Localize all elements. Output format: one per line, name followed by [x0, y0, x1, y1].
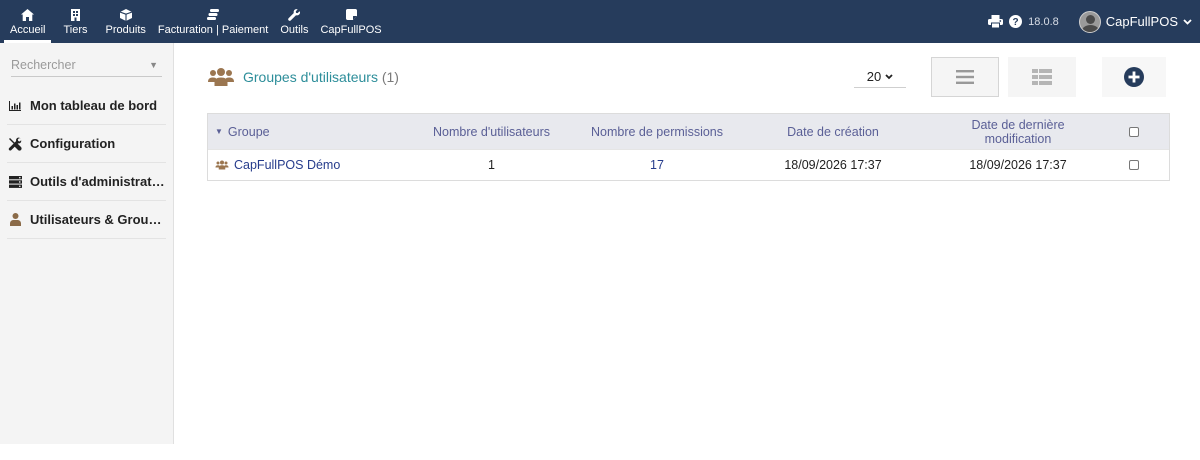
caret-down-icon: ▼ [149, 59, 158, 70]
nav-produits-label: Produits [105, 24, 146, 36]
search-placeholder: Rechercher [11, 57, 76, 72]
chevron-down-icon [885, 73, 893, 80]
sidebar-item-dashboard[interactable]: Mon tableau de bord [7, 87, 166, 125]
header-select-all [1099, 126, 1169, 137]
chart-icon [7, 100, 23, 111]
avatar [1078, 10, 1101, 33]
sidebar-item-label: Configuration [30, 136, 116, 151]
nav-tiers[interactable]: Tiers [51, 0, 99, 43]
plus-circle-icon [1124, 67, 1144, 87]
nav-capfullpos-label: CapFullPOS [320, 24, 382, 36]
sidebar-item-label: Outils d'administrati… [30, 174, 166, 189]
nav-accueil[interactable]: Accueil [4, 0, 52, 43]
nav-outils-label: Outils [280, 24, 309, 36]
header-created[interactable]: Date de création [729, 125, 937, 139]
nav-accueil-label: Accueil [10, 24, 46, 36]
row-users-count: 1 [488, 158, 495, 172]
server-icon [7, 175, 23, 188]
header-users[interactable]: Nombre d'utilisateurs [398, 125, 585, 139]
top-navbar: Accueil Tiers Produits Facturation | Pai… [0, 0, 1200, 43]
user-menu[interactable]: CapFullPOS [1078, 10, 1192, 33]
svg-text:?: ? [1013, 17, 1019, 28]
select-all-checkbox[interactable] [1129, 126, 1139, 137]
page-title-text: Groupes d'utilisateurs [243, 69, 378, 85]
left-sidebar: Rechercher ▼ Mon tableau de bord Configu… [0, 43, 174, 444]
row-created-date: 18/09/2026 17:37 [784, 158, 882, 172]
row-permissions-count[interactable]: 17 [585, 158, 729, 172]
sidebar-item-label: Mon tableau de bord [30, 98, 158, 113]
tools-icon [7, 137, 23, 151]
header-permissions[interactable]: Nombre de permissions [585, 125, 729, 139]
row-select [1099, 160, 1169, 170]
kanban-view-button[interactable] [1008, 57, 1076, 97]
table-header: ▼ Groupe Nombre d'utilisateurs Nombre de… [208, 114, 1169, 149]
list-icon [956, 70, 974, 84]
list-view-button[interactable] [931, 57, 999, 97]
header-modified[interactable]: Date de dernière modification [937, 118, 1099, 146]
nav-outils[interactable]: Outils [274, 0, 314, 43]
page-size-value: 20 [866, 69, 882, 84]
building-icon [70, 7, 80, 22]
row-checkbox[interactable] [1129, 160, 1139, 170]
sidebar-item-admin-tools[interactable]: Outils d'administrati… [7, 163, 166, 201]
add-group-button[interactable] [1102, 57, 1166, 97]
search-select[interactable]: Rechercher ▼ [11, 53, 162, 77]
groups-table: ▼ Groupe Nombre d'utilisateurs Nombre de… [207, 113, 1170, 181]
nav-produits[interactable]: Produits [100, 0, 152, 43]
nav-facturation-label: Facturation | Paiement [157, 24, 269, 36]
sidebar-menu: Mon tableau de bord Configuration Outils… [0, 87, 173, 239]
sort-desc-icon: ▼ [215, 127, 223, 136]
coins-icon [207, 7, 220, 22]
row-modified-date: 18/09/2026 17:37 [969, 158, 1067, 172]
nav-capfullpos[interactable]: CapFullPOS [314, 0, 387, 43]
group-link[interactable]: CapFullPOS Démo [234, 158, 340, 172]
nav-facturation[interactable]: Facturation | Paiement [152, 0, 274, 43]
sidebar-item-users-groups[interactable]: Utilisateurs & Group… [7, 201, 166, 239]
user-name: CapFullPOS [1105, 14, 1178, 29]
nav-tiers-label: Tiers [63, 24, 88, 36]
row-group-cell: CapFullPOS Démo [208, 158, 398, 172]
top-right-tools: ? 18.0.8 CapFullPOS [988, 0, 1192, 43]
help-icon[interactable]: ? [1009, 15, 1023, 28]
home-icon [21, 7, 35, 22]
user-icon [7, 213, 23, 226]
page-size-select[interactable]: 20 [854, 66, 906, 88]
wrench-icon [288, 7, 301, 22]
sidebar-item-configuration[interactable]: Configuration [7, 125, 166, 163]
table-row: CapFullPOS Démo 1 17 18/09/2026 17:37 18… [208, 149, 1169, 180]
page-title: Groupes d'utilisateurs (1) [243, 69, 399, 85]
users-group-icon [215, 160, 229, 170]
kanban-icon [1032, 69, 1052, 85]
page-header: Groupes d'utilisateurs (1) [207, 68, 399, 86]
header-group[interactable]: ▼ Groupe [208, 125, 398, 139]
chevron-down-icon [1183, 18, 1192, 25]
note-icon [345, 7, 357, 22]
record-count: (1) [381, 69, 399, 85]
main-nav: Accueil Tiers Produits Facturation | Pai… [4, 0, 388, 43]
cube-icon [119, 7, 132, 22]
header-group-label: Groupe [227, 124, 270, 139]
sidebar-item-label: Utilisateurs & Group… [30, 212, 166, 227]
printer-icon[interactable] [988, 15, 1004, 28]
version-label: 18.0.8 [1028, 15, 1059, 28]
main-content: Groupes d'utilisateurs (1) 20 ▼ Groupe N… [174, 43, 1200, 444]
users-group-icon [207, 68, 235, 86]
